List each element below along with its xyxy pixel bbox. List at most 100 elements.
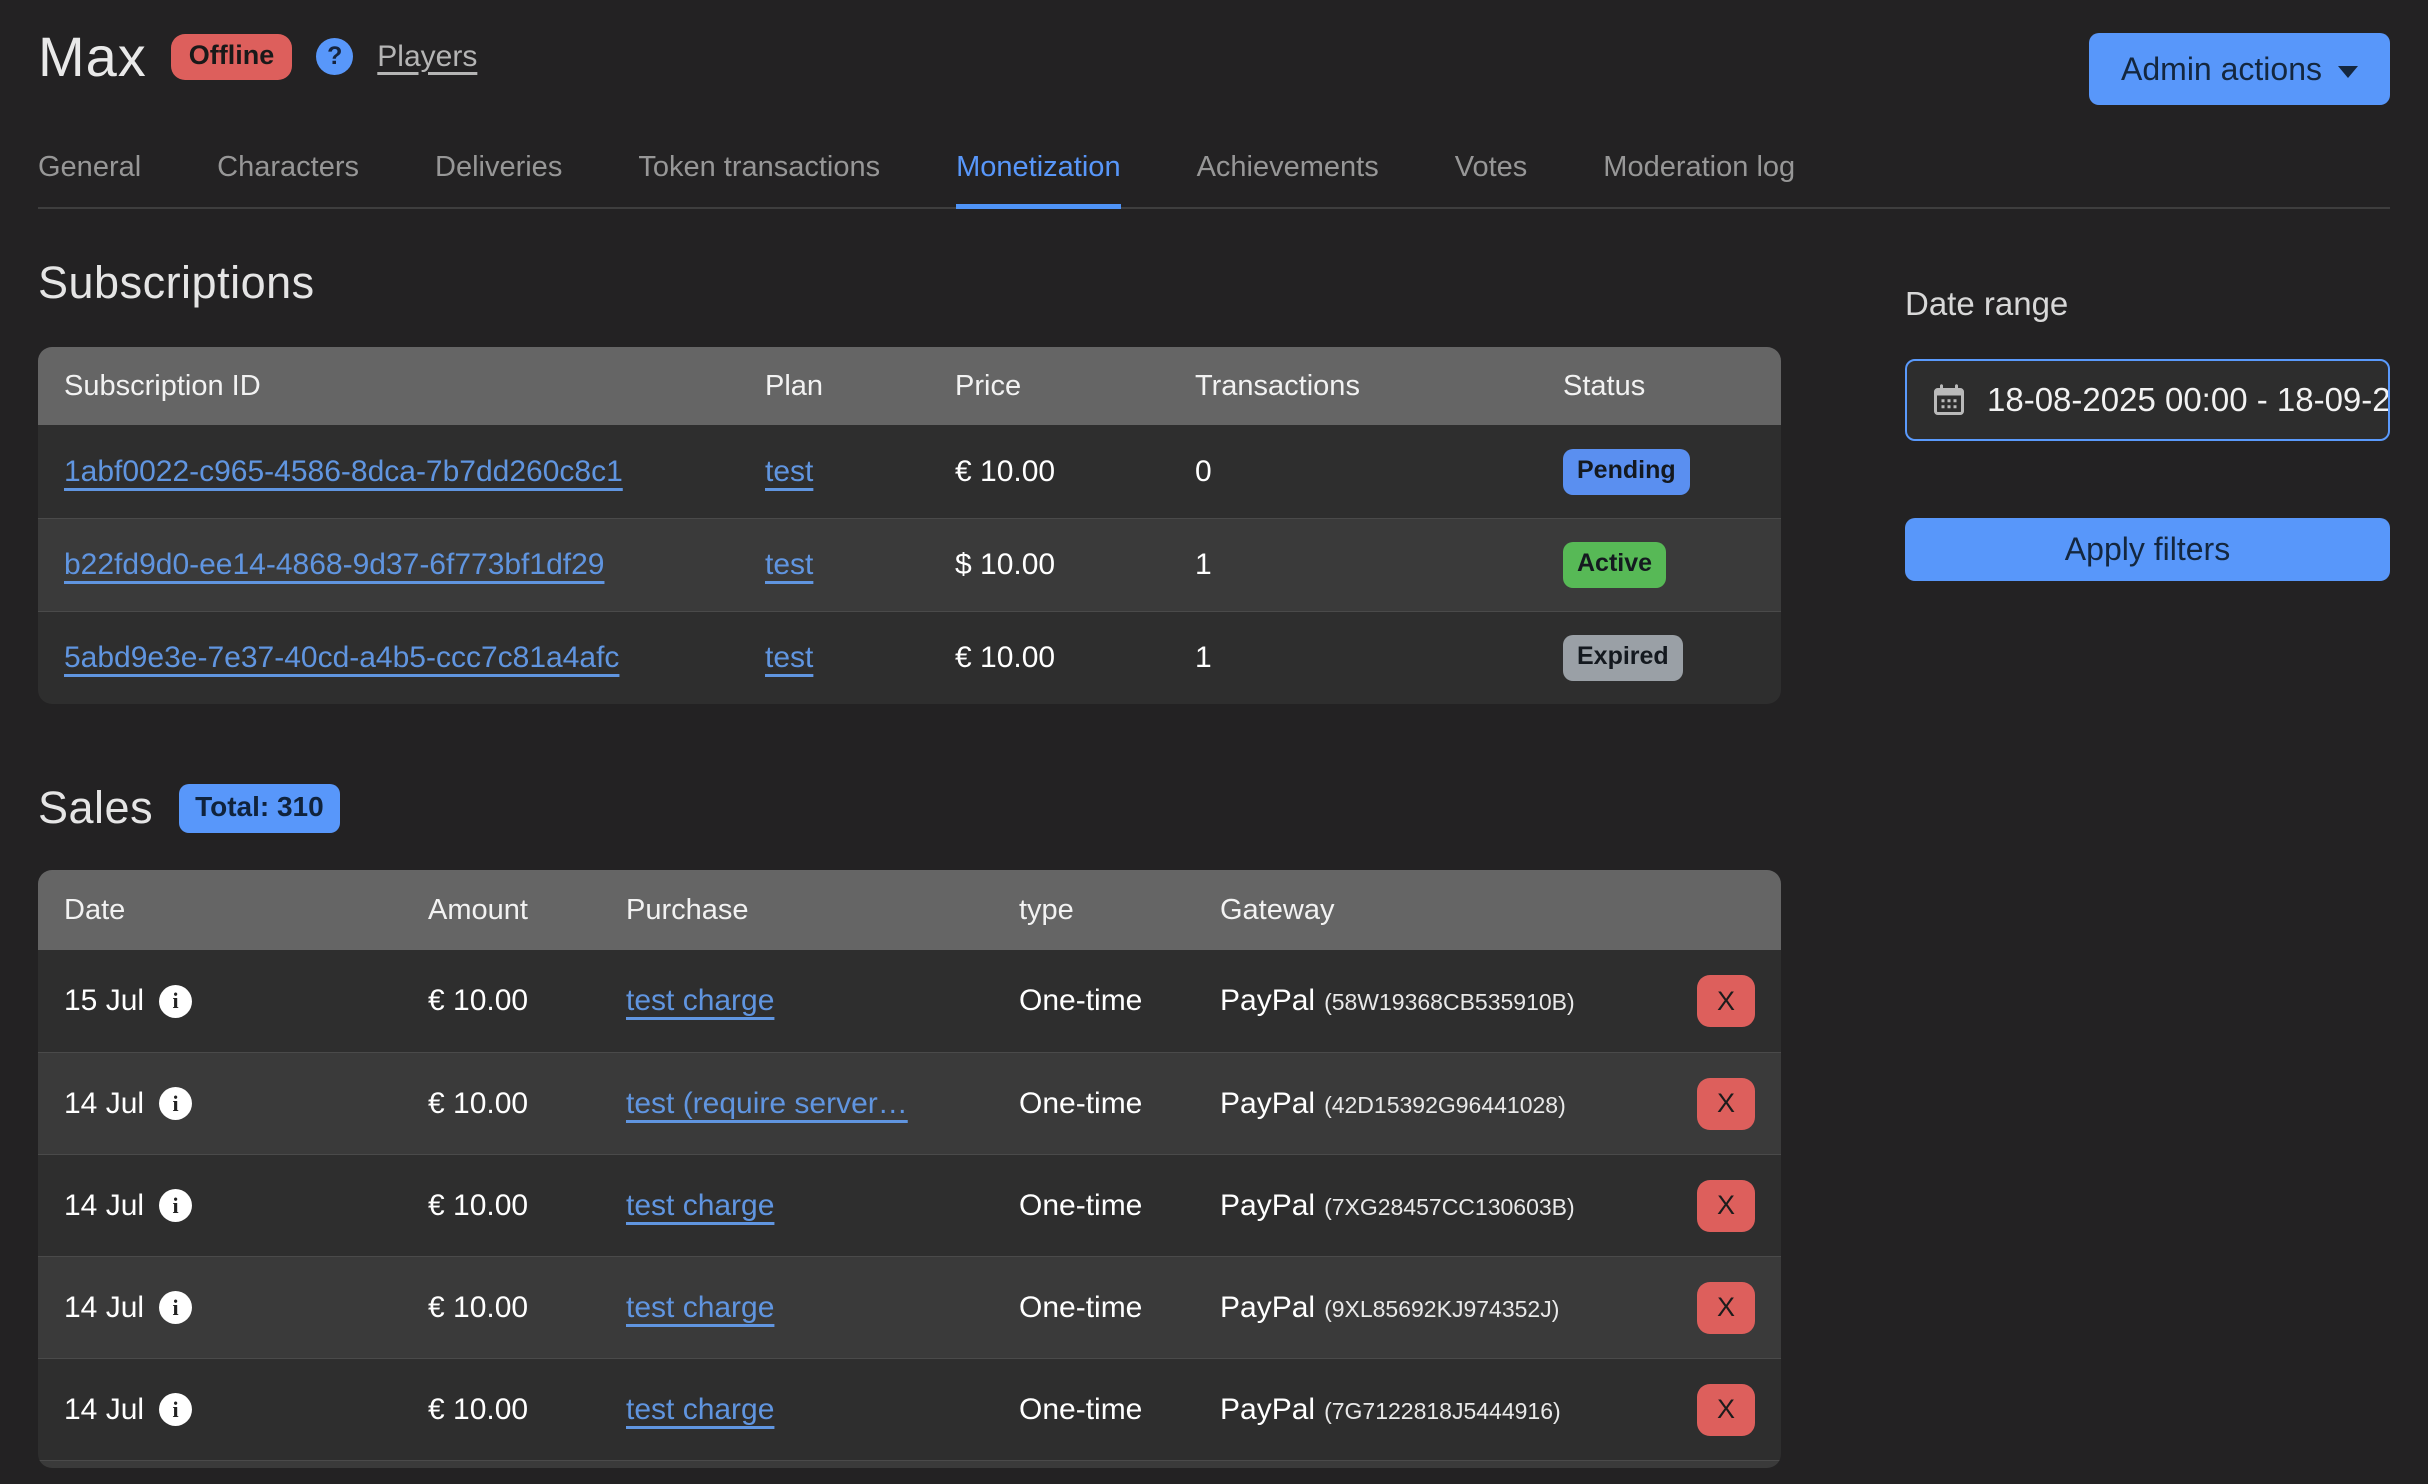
- plan-link[interactable]: test: [765, 641, 813, 674]
- sales-heading: Sales: [38, 782, 153, 834]
- table-row: b22fd9d0-ee14-4868-9d37-6f773bf1df29 tes…: [38, 518, 1781, 611]
- gateway-name: PayPal: [1220, 1393, 1315, 1426]
- amount-cell: € 10.00: [428, 1189, 626, 1223]
- date-range-input[interactable]: 18-08-2025 00:00 - 18-09-202: [1905, 359, 2390, 441]
- delete-sale-button[interactable]: X: [1697, 1282, 1755, 1334]
- chevron-down-icon: [2338, 66, 2358, 78]
- date-cell: 14 Jul: [64, 1087, 144, 1121]
- delete-sale-button[interactable]: X: [1697, 1078, 1755, 1130]
- info-icon[interactable]: i: [159, 1189, 192, 1222]
- subscriptions-table-header: Subscription IDPlanPriceTransactionsStat…: [38, 347, 1781, 425]
- subscriptions-heading: Subscriptions: [38, 257, 1781, 309]
- tab-achievements[interactable]: Achievements: [1197, 139, 1379, 209]
- column-header: Transactions: [1195, 370, 1563, 403]
- price-cell: € 10.00: [955, 455, 1195, 489]
- table-row: 1abf0022-c965-4586-8dca-7b7dd260c8c1 tes…: [38, 425, 1781, 518]
- tab-monetization[interactable]: Monetization: [956, 139, 1120, 209]
- calendar-icon: [1931, 382, 1967, 418]
- amount-cell: € 10.00: [428, 1291, 626, 1325]
- table-row: 5abd9e3e-7e37-40cd-a4b5-ccc7c81a4afc tes…: [38, 611, 1781, 704]
- gateway-name: PayPal: [1220, 1291, 1315, 1324]
- help-icon[interactable]: ?: [316, 38, 353, 75]
- info-icon[interactable]: i: [159, 1087, 192, 1120]
- delete-sale-button[interactable]: X: [1697, 975, 1755, 1027]
- tab-moderation-log[interactable]: Moderation log: [1603, 139, 1795, 209]
- info-icon[interactable]: i: [159, 985, 192, 1018]
- subscription-id-link[interactable]: 5abd9e3e-7e37-40cd-a4b5-ccc7c81a4afc: [64, 641, 619, 674]
- gateway-reference: (7XG28457CC130603B): [1324, 1194, 1575, 1220]
- sales-total-badge: Total: 310: [179, 784, 340, 833]
- sales-table-header: DateAmountPurchasetypeGateway: [38, 870, 1781, 950]
- column-header: Purchase: [626, 894, 1019, 927]
- table-row: 14 Jul i € 10.00 test charge One-time Pa…: [38, 1256, 1781, 1358]
- subscription-id-link[interactable]: 1abf0022-c965-4586-8dca-7b7dd260c8c1: [64, 455, 623, 488]
- date-range-value: 18-08-2025 00:00 - 18-09-202: [1987, 381, 2390, 419]
- column-header: Plan: [765, 370, 955, 403]
- date-cell: 14 Jul: [64, 1393, 144, 1427]
- amount-cell: € 10.00: [428, 1087, 626, 1121]
- transactions-cell: 1: [1195, 641, 1563, 675]
- offline-status-badge: Offline: [171, 34, 293, 80]
- admin-actions-label: Admin actions: [2121, 51, 2322, 88]
- table-row: 14 Jul i € 10.00 test charge One-time Pa…: [38, 1358, 1781, 1460]
- table-row: 14 Jul i € 10.00 test charge One-time Pa…: [38, 1154, 1781, 1256]
- date-cell: 14 Jul: [64, 1291, 144, 1325]
- column-header: Price: [955, 370, 1195, 403]
- type-cell: One-time: [1019, 1291, 1220, 1325]
- column-header: Gateway: [1220, 894, 1665, 927]
- apply-filters-button[interactable]: Apply filters: [1905, 518, 2390, 581]
- delete-sale-button[interactable]: X: [1697, 1180, 1755, 1232]
- table-row: 15 Jul i € 10.00 test charge One-time Pa…: [38, 950, 1781, 1052]
- gateway-name: PayPal: [1220, 1189, 1315, 1222]
- type-cell: One-time: [1019, 1393, 1220, 1427]
- players-link[interactable]: Players: [377, 40, 477, 74]
- tab-votes[interactable]: Votes: [1455, 139, 1528, 209]
- date-cell: 15 Jul: [64, 984, 144, 1018]
- admin-actions-button[interactable]: Admin actions: [2089, 33, 2390, 105]
- filters-panel: Date range 18-08-2025 00:00 - 18-09-202 …: [1905, 209, 2390, 581]
- date-range-label: Date range: [1905, 285, 2390, 323]
- gateway-reference: (58W19368CB535910B): [1324, 989, 1575, 1015]
- status-badge: Expired: [1563, 635, 1683, 681]
- page-header: Max Offline ? Players Admin actions: [38, 0, 2390, 105]
- purchase-link[interactable]: test charge: [626, 1291, 774, 1324]
- delete-sale-button[interactable]: X: [1697, 1384, 1755, 1436]
- next-row-sliver: [38, 1460, 1781, 1468]
- column-header: Subscription ID: [64, 370, 765, 403]
- column-header: Status: [1563, 370, 1755, 403]
- subscriptions-table-body: 1abf0022-c965-4586-8dca-7b7dd260c8c1 tes…: [38, 425, 1781, 704]
- transactions-cell: 0: [1195, 455, 1563, 489]
- tab-general[interactable]: General: [38, 139, 141, 209]
- price-cell: € 10.00: [955, 641, 1195, 675]
- gateway-reference: (9XL85692KJ974352J): [1324, 1296, 1559, 1322]
- type-cell: One-time: [1019, 984, 1220, 1018]
- purchase-link[interactable]: test (require server…: [626, 1087, 908, 1120]
- date-cell: 14 Jul: [64, 1189, 144, 1223]
- tab-deliveries[interactable]: Deliveries: [435, 139, 562, 209]
- tab-bar: General Characters Deliveries Token transac…: [38, 139, 2390, 209]
- column-header: Date: [64, 894, 428, 927]
- price-cell: $ 10.00: [955, 548, 1195, 582]
- subscription-id-link[interactable]: b22fd9d0-ee14-4868-9d37-6f773bf1df29: [64, 548, 604, 581]
- sales-table-body: 15 Jul i € 10.00 test charge One-time Pa…: [38, 950, 1781, 1460]
- sales-table: DateAmountPurchasetypeGateway 15 Jul i €…: [38, 870, 1781, 1468]
- transactions-cell: 1: [1195, 548, 1563, 582]
- gateway-name: PayPal: [1220, 984, 1315, 1017]
- info-icon[interactable]: i: [159, 1393, 192, 1426]
- column-header: Amount: [428, 894, 626, 927]
- tab-characters[interactable]: Characters: [217, 139, 359, 209]
- subscriptions-table: Subscription IDPlanPriceTransactionsStat…: [38, 347, 1781, 704]
- purchase-link[interactable]: test charge: [626, 1189, 774, 1222]
- page-title: Max: [38, 24, 147, 89]
- purchase-link[interactable]: test charge: [626, 1393, 774, 1426]
- type-cell: One-time: [1019, 1087, 1220, 1121]
- purchase-link[interactable]: test charge: [626, 984, 774, 1017]
- plan-link[interactable]: test: [765, 455, 813, 488]
- info-icon[interactable]: i: [159, 1291, 192, 1324]
- status-badge: Pending: [1563, 449, 1690, 495]
- amount-cell: € 10.00: [428, 984, 626, 1018]
- status-badge: Active: [1563, 542, 1666, 588]
- tab-token-transactions[interactable]: Token transactions: [638, 139, 880, 209]
- plan-link[interactable]: test: [765, 548, 813, 581]
- gateway-name: PayPal: [1220, 1087, 1315, 1120]
